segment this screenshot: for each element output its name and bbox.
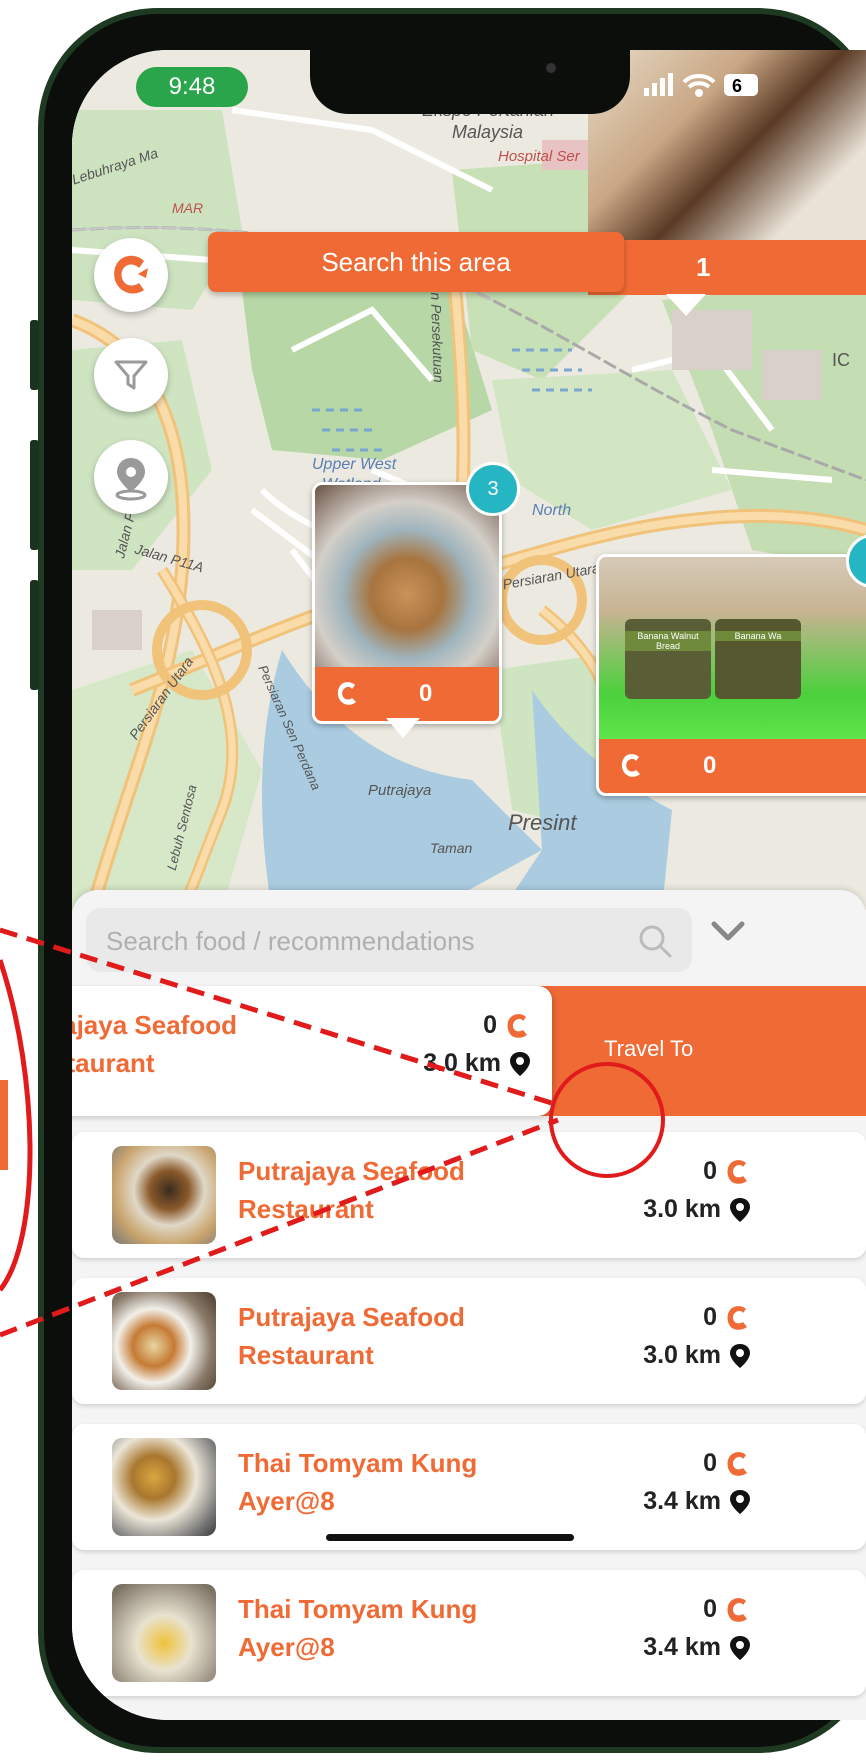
results-sheet: Travel To rajaya Seafood staurant 0 3.0 … (72, 890, 866, 1720)
map-label-hospital: Hospital Ser (498, 148, 580, 165)
map-marker-icon (730, 1490, 750, 1515)
map-label-putrajaya: Putrajaya (368, 782, 432, 799)
map-label-mar: MAR (172, 200, 204, 216)
bread-label: Banana Walnut Bread (625, 631, 711, 651)
food-photo (315, 485, 499, 667)
map-marker-icon (730, 1198, 750, 1223)
map-view[interactable]: Ekspo Pertanian Malaysia Hospital Ser Le… (72, 50, 866, 910)
map-marker-card[interactable]: 0 (312, 482, 502, 724)
app-screen: Ekspo Pertanian Malaysia Hospital Ser Le… (72, 50, 866, 1720)
distance-value: 3.0 km (643, 1341, 722, 1369)
location-pin-icon (115, 458, 147, 501)
c-logo-icon (727, 1306, 747, 1331)
restaurant-name: rajaya Seafood staurant (72, 1010, 237, 1078)
map-card-bar: 1 (588, 240, 866, 295)
signal-icon (644, 73, 673, 96)
item-meta: 0 3.4 km (552, 1444, 752, 1520)
camera-dot (546, 63, 556, 73)
status-time: 9:48 (136, 67, 248, 107)
item-meta: 0 3.0 km (552, 1152, 752, 1228)
filter-button[interactable] (94, 338, 168, 412)
search-bar[interactable] (86, 908, 692, 974)
map-label-malaysia: Malaysia (452, 122, 524, 142)
map-card-bar: 0 (599, 739, 866, 793)
home-indicator (326, 1534, 574, 1541)
list-item[interactable]: Putrajaya Seafood Restaurant 0 3.0 km (72, 1132, 866, 1258)
cluster-badge: 3 (466, 462, 520, 516)
restaurant-name: Putrajaya Seafood Restaurant (238, 1302, 465, 1370)
logo-button[interactable] (94, 238, 168, 312)
count-value: 0 (703, 1157, 718, 1185)
swiped-list-item: Travel To rajaya Seafood staurant 0 3.0 … (72, 986, 866, 1116)
wifi-icon (682, 74, 716, 97)
map-card-count: 1 (696, 252, 711, 282)
search-this-area-button[interactable]: Search this area (208, 232, 624, 292)
filter-icon (114, 360, 148, 390)
list-item[interactable]: Thai Tomyam Kung Ayer@8 0 3.4 km (72, 1424, 866, 1550)
marker-pointer (386, 718, 420, 738)
map-label-ic: IC (832, 350, 850, 370)
map-label-upper-west: Upper West (312, 456, 397, 473)
chevron-down-icon[interactable] (708, 912, 748, 952)
travel-to-label: Travel To (604, 1036, 694, 1061)
map-marker-icon (730, 1344, 750, 1369)
map-marker-icon (510, 1052, 530, 1077)
map-label-presint: Presint (508, 810, 577, 835)
map-card-count: 0 (703, 752, 717, 779)
c-logo-icon (727, 1598, 747, 1623)
map-label-north: North (532, 502, 572, 519)
food-photo: Banana Walnut Bread Banana Wa (599, 557, 866, 739)
item-meta: 0 3.0 km (552, 1298, 752, 1374)
map-card-bar: 0 (315, 667, 499, 721)
travel-to-button[interactable]: Travel To (526, 986, 866, 1116)
marker-pointer (666, 294, 706, 316)
food-thumbnail (112, 1146, 216, 1244)
battery-icon: 6 (724, 74, 758, 96)
search-icon[interactable] (636, 922, 674, 960)
list-item-swiped[interactable]: rajaya Seafood staurant 0 3.0 km (72, 986, 552, 1116)
restaurant-name: Thai Tomyam Kung Ayer@8 (238, 1448, 478, 1516)
map-marker-icon (730, 1636, 750, 1661)
location-button[interactable] (94, 440, 168, 514)
item-meta: 0 3.0 km (332, 1006, 532, 1082)
map-marker-card[interactable]: Banana Walnut Bread Banana Wa 0 (596, 554, 866, 796)
zoom-callout-arc (0, 959, 33, 1292)
restaurant-name: Putrajaya Seafood Restaurant (238, 1156, 465, 1224)
phone-notch (310, 50, 630, 114)
bread-label: Banana Wa (715, 631, 801, 641)
distance-value: 3.4 km (643, 1633, 722, 1661)
c-logo-icon (507, 1014, 527, 1039)
phone-volume-down (30, 580, 39, 690)
distance-value: 3.0 km (423, 1049, 502, 1077)
restaurant-name: Thai Tomyam Kung Ayer@8 (238, 1594, 478, 1662)
c-logo-icon (114, 255, 148, 294)
phone-mute-switch (30, 320, 39, 390)
food-thumbnail (112, 1292, 216, 1390)
search-input[interactable] (104, 908, 628, 974)
count-value: 0 (483, 1011, 498, 1039)
list-item[interactable]: Thai Tomyam Kung Ayer@8 0 3.4 km (72, 1570, 866, 1696)
item-meta: 0 3.4 km (552, 1590, 752, 1666)
count-value: 0 (703, 1449, 718, 1477)
zoom-callout-fill (0, 1080, 8, 1170)
map-label-taman: Taman (430, 840, 473, 856)
food-thumbnail (112, 1584, 216, 1682)
map-card-count: 0 (419, 680, 433, 707)
count-value: 0 (703, 1303, 718, 1331)
distance-value: 3.4 km (643, 1487, 722, 1515)
distance-value: 3.0 km (643, 1195, 722, 1223)
count-value: 0 (703, 1595, 718, 1623)
c-logo-icon (727, 1452, 747, 1477)
food-thumbnail (112, 1438, 216, 1536)
c-logo-icon (727, 1160, 747, 1185)
phone-volume-up (30, 440, 39, 550)
svg-text:6: 6 (732, 76, 742, 96)
list-item[interactable]: Putrajaya Seafood Restaurant 0 3.0 km (72, 1278, 866, 1404)
